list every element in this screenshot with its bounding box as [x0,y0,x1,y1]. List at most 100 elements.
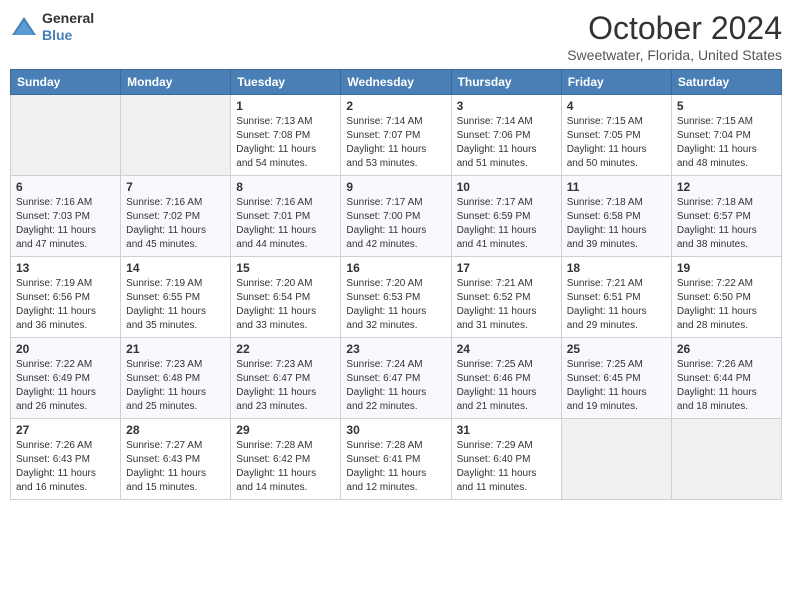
calendar-cell: 18 Sunrise: 7:21 AM Sunset: 6:51 PM Dayli… [561,257,671,338]
day-number: 25 [567,342,666,356]
day-number: 16 [346,261,445,275]
calendar-week-row: 6Sunrise: 7:16 AM Sunset: 7:03 PM Daylig… [11,176,782,257]
day-info: Sunrise: 7:22 AM Sunset: 6:49 PM Dayligh… [16,358,115,414]
weekday-header: Friday [561,70,671,95]
weekday-header: Saturday [671,70,781,95]
logo-text: General Blue [42,10,94,44]
day-info: Sunrise: 7:16 AM Sunset: 7:02 PM Dayligh… [126,196,225,252]
day-number: 11 [567,180,666,194]
weekday-header: Monday [121,70,231,95]
calendar-cell: 24Sunrise: 7:25 AM Sunset: 6:46 PM Dayli… [451,338,561,419]
day-info: Sunrise: 7:21 AM Sunset: 6:52 PM Dayligh… [457,277,556,333]
day-number: 7 [126,180,225,194]
calendar-week-row: 13 Sunrise: 7:19 AM Sunset: 6:56 PM Dayli… [11,257,782,338]
calendar-cell: 9 Sunrise: 7:17 AM Sunset: 7:00 PM Daylig… [341,176,451,257]
calendar-cell: 20Sunrise: 7:22 AM Sunset: 6:49 PM Dayli… [11,338,121,419]
calendar-cell: 5 Sunrise: 7:15 AM Sunset: 7:04 PM Daylig… [671,95,781,176]
weekday-header: Tuesday [231,70,341,95]
day-info: Sunrise: 7:24 AM Sunset: 6:47 PM Dayligh… [346,358,445,414]
day-number: 18 [567,261,666,275]
calendar-cell: 15 Sunrise: 7:20 AM Sunset: 6:54 PM Dayli… [231,257,341,338]
day-info: Sunrise: 7:15 AM Sunset: 7:04 PM Dayligh… [677,115,776,171]
calendar-cell: 22Sunrise: 7:23 AM Sunset: 6:47 PM Dayli… [231,338,341,419]
calendar-cell: 11 Sunrise: 7:18 AM Sunset: 6:58 PM Dayli… [561,176,671,257]
logo-blue: Blue [42,27,72,43]
day-number: 30 [346,423,445,437]
month-title: October 2024 [567,10,782,47]
day-number: 24 [457,342,556,356]
day-info: Sunrise: 7:26 AM Sunset: 6:43 PM Dayligh… [16,439,115,495]
calendar-cell: 4 Sunrise: 7:15 AM Sunset: 7:05 PM Daylig… [561,95,671,176]
title-block: October 2024 Sweetwater, Florida, United… [567,10,782,63]
day-number: 26 [677,342,776,356]
day-number: 4 [567,99,666,113]
day-number: 15 [236,261,335,275]
day-info: Sunrise: 7:18 AM Sunset: 6:57 PM Dayligh… [677,196,776,252]
calendar-cell: 1Sunrise: 7:13 AM Sunset: 7:08 PM Daylig… [231,95,341,176]
day-info: Sunrise: 7:26 AM Sunset: 6:44 PM Dayligh… [677,358,776,414]
calendar-cell: 21 Sunrise: 7:23 AM Sunset: 6:48 PM Dayli… [121,338,231,419]
day-info: Sunrise: 7:14 AM Sunset: 7:06 PM Dayligh… [457,115,556,171]
weekday-header: Sunday [11,70,121,95]
calendar-cell: 16 Sunrise: 7:20 AM Sunset: 6:53 PM Dayli… [341,257,451,338]
day-info: Sunrise: 7:18 AM Sunset: 6:58 PM Dayligh… [567,196,666,252]
day-info: Sunrise: 7:25 AM Sunset: 6:45 PM Dayligh… [567,358,666,414]
day-info: Sunrise: 7:14 AM Sunset: 7:07 PM Dayligh… [346,115,445,171]
day-number: 23 [346,342,445,356]
day-info: Sunrise: 7:17 AM Sunset: 7:00 PM Dayligh… [346,196,445,252]
day-info: Sunrise: 7:13 AM Sunset: 7:08 PM Dayligh… [236,115,335,171]
day-number: 3 [457,99,556,113]
day-number: 9 [346,180,445,194]
day-info: Sunrise: 7:19 AM Sunset: 6:55 PM Dayligh… [126,277,225,333]
calendar-table: SundayMondayTuesdayWednesdayThursdayFrid… [10,69,782,500]
calendar-cell: 10Sunrise: 7:17 AM Sunset: 6:59 PM Dayli… [451,176,561,257]
day-info: Sunrise: 7:19 AM Sunset: 6:56 PM Dayligh… [16,277,115,333]
calendar-cell: 25 Sunrise: 7:25 AM Sunset: 6:45 PM Dayli… [561,338,671,419]
day-info: Sunrise: 7:23 AM Sunset: 6:48 PM Dayligh… [126,358,225,414]
calendar-cell: 12Sunrise: 7:18 AM Sunset: 6:57 PM Dayli… [671,176,781,257]
day-info: Sunrise: 7:22 AM Sunset: 6:50 PM Dayligh… [677,277,776,333]
calendar-cell: 27 Sunrise: 7:26 AM Sunset: 6:43 PM Dayli… [11,419,121,500]
day-number: 28 [126,423,225,437]
day-number: 5 [677,99,776,113]
weekday-header: Wednesday [341,70,451,95]
day-number: 2 [346,99,445,113]
day-number: 8 [236,180,335,194]
day-info: Sunrise: 7:23 AM Sunset: 6:47 PM Dayligh… [236,358,335,414]
day-number: 14 [126,261,225,275]
day-number: 19 [677,261,776,275]
day-number: 6 [16,180,115,194]
calendar-week-row: 1Sunrise: 7:13 AM Sunset: 7:08 PM Daylig… [11,95,782,176]
calendar-cell: 3 Sunrise: 7:14 AM Sunset: 7:06 PM Daylig… [451,95,561,176]
calendar-cell: 14 Sunrise: 7:19 AM Sunset: 6:55 PM Dayli… [121,257,231,338]
day-number: 17 [457,261,556,275]
calendar-week-row: 27 Sunrise: 7:26 AM Sunset: 6:43 PM Dayli… [11,419,782,500]
weekday-header-row: SundayMondayTuesdayWednesdayThursdayFrid… [11,70,782,95]
weekday-header: Thursday [451,70,561,95]
calendar-cell: 19 Sunrise: 7:22 AM Sunset: 6:50 PM Dayli… [671,257,781,338]
day-info: Sunrise: 7:15 AM Sunset: 7:05 PM Dayligh… [567,115,666,171]
calendar-cell: 29Sunrise: 7:28 AM Sunset: 6:42 PM Dayli… [231,419,341,500]
calendar-week-row: 20Sunrise: 7:22 AM Sunset: 6:49 PM Dayli… [11,338,782,419]
day-info: Sunrise: 7:29 AM Sunset: 6:40 PM Dayligh… [457,439,556,495]
day-info: Sunrise: 7:20 AM Sunset: 6:53 PM Dayligh… [346,277,445,333]
page-header: General Blue October 2024 Sweetwater, Fl… [10,10,782,63]
calendar-cell: 6Sunrise: 7:16 AM Sunset: 7:03 PM Daylig… [11,176,121,257]
calendar-cell: 26 Sunrise: 7:26 AM Sunset: 6:44 PM Dayli… [671,338,781,419]
day-number: 27 [16,423,115,437]
calendar-cell [11,95,121,176]
day-number: 29 [236,423,335,437]
day-number: 13 [16,261,115,275]
day-number: 21 [126,342,225,356]
calendar-cell [561,419,671,500]
day-number: 31 [457,423,556,437]
day-info: Sunrise: 7:20 AM Sunset: 6:54 PM Dayligh… [236,277,335,333]
calendar-cell [121,95,231,176]
day-info: Sunrise: 7:21 AM Sunset: 6:51 PM Dayligh… [567,277,666,333]
logo: General Blue [10,10,94,44]
calendar-cell: 8Sunrise: 7:16 AM Sunset: 7:01 PM Daylig… [231,176,341,257]
calendar-cell: 13 Sunrise: 7:19 AM Sunset: 6:56 PM Dayli… [11,257,121,338]
calendar-cell: 17 Sunrise: 7:21 AM Sunset: 6:52 PM Dayli… [451,257,561,338]
calendar-cell [671,419,781,500]
location: Sweetwater, Florida, United States [567,47,782,63]
